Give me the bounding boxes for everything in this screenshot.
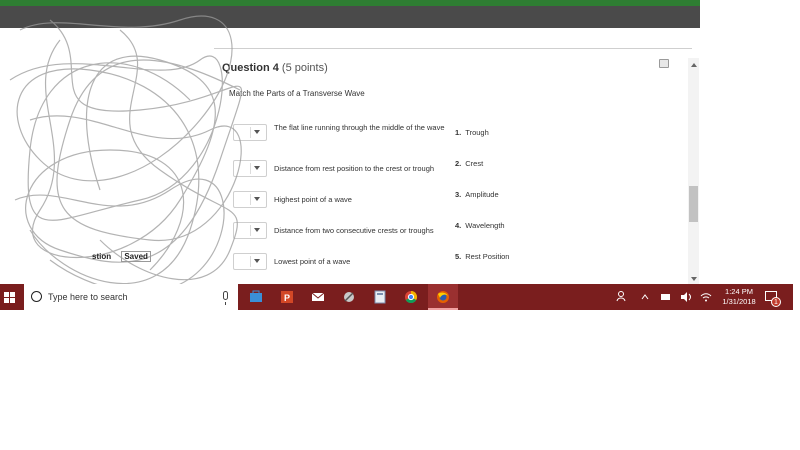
people-icon[interactable] [616, 284, 628, 310]
cortana-icon [31, 291, 42, 302]
match-dropdown[interactable] [233, 253, 267, 270]
microphone-icon[interactable] [223, 291, 228, 305]
calculator-icon[interactable] [365, 284, 395, 310]
header-divider [202, 48, 692, 49]
match-option: 2. Crest [455, 159, 484, 168]
match-prompt: Distance from rest position to the crest… [274, 164, 435, 173]
search-placeholder: Type here to search [48, 292, 128, 302]
right-margin [700, 0, 800, 284]
chrome-icon[interactable] [396, 284, 426, 310]
match-option: 1. Trough [455, 128, 489, 137]
clock-time: 1:24 PM [725, 287, 753, 296]
match-prompt: Distance from two consecutive crests or … [274, 226, 434, 235]
snipping-tool-icon[interactable] [334, 284, 364, 310]
question-title: Question 4 (5 points) [222, 62, 328, 74]
taskbar-clock[interactable]: 1:24 PM 1/31/2018 [717, 287, 761, 307]
match-prompt: Lowest point of a wave [274, 257, 351, 266]
redacted-left-panel [0, 28, 214, 282]
start-button[interactable] [0, 284, 24, 310]
match-dropdown[interactable] [233, 191, 267, 208]
match-prompt: Highest point of a wave [274, 195, 352, 204]
notification-badge: 1 [771, 297, 781, 307]
chevron-down-icon [254, 166, 260, 170]
taskbar-search-box[interactable]: Type here to search [24, 284, 238, 310]
clock-date: 1/31/2018 [722, 297, 756, 306]
match-prompt: The flat line running through the middle… [274, 123, 445, 132]
windows-icon [4, 292, 15, 303]
match-option: 5. Rest Position [455, 252, 510, 261]
firefox-icon[interactable] [428, 284, 458, 310]
save-icon[interactable] [659, 59, 669, 68]
chevron-down-icon [254, 197, 260, 201]
volume-icon[interactable] [680, 284, 692, 310]
chevron-down-icon [254, 228, 260, 232]
svg-text:P: P [284, 293, 290, 303]
chevron-down-icon [254, 259, 260, 263]
chevron-up-icon[interactable] [640, 284, 650, 310]
scroll-up-icon[interactable] [691, 63, 697, 67]
question-points: (5 points) [281, 62, 328, 74]
vertical-scrollbar[interactable] [688, 58, 699, 284]
mail-icon[interactable] [303, 284, 333, 310]
wifi-icon[interactable] [700, 284, 712, 310]
blank-area [0, 310, 800, 450]
question-saved-status: stion Saved [92, 251, 151, 262]
chevron-down-icon [254, 130, 260, 134]
battery-icon[interactable] [660, 284, 672, 310]
match-dropdown[interactable] [233, 222, 267, 239]
question-instruction: Match the Parts of a Transverse Wave [229, 89, 365, 98]
powerpoint-icon[interactable]: P [272, 284, 302, 310]
question-fragment: stion [92, 252, 112, 261]
store-icon[interactable] [241, 284, 271, 310]
match-option: 4. Wavelength [455, 221, 505, 230]
scroll-down-icon[interactable] [691, 277, 697, 281]
saved-badge: Saved [121, 251, 151, 262]
match-dropdown[interactable] [233, 124, 267, 141]
scrollbar-thumb[interactable] [689, 186, 698, 222]
course-nav-bar [0, 6, 700, 28]
match-dropdown[interactable] [233, 160, 267, 177]
match-option: 3. Amplitude [455, 190, 499, 199]
windows-taskbar: Type here to search P 1:24 PM 1/31/2018 [0, 284, 793, 310]
question-label: Question 4 [222, 62, 279, 74]
